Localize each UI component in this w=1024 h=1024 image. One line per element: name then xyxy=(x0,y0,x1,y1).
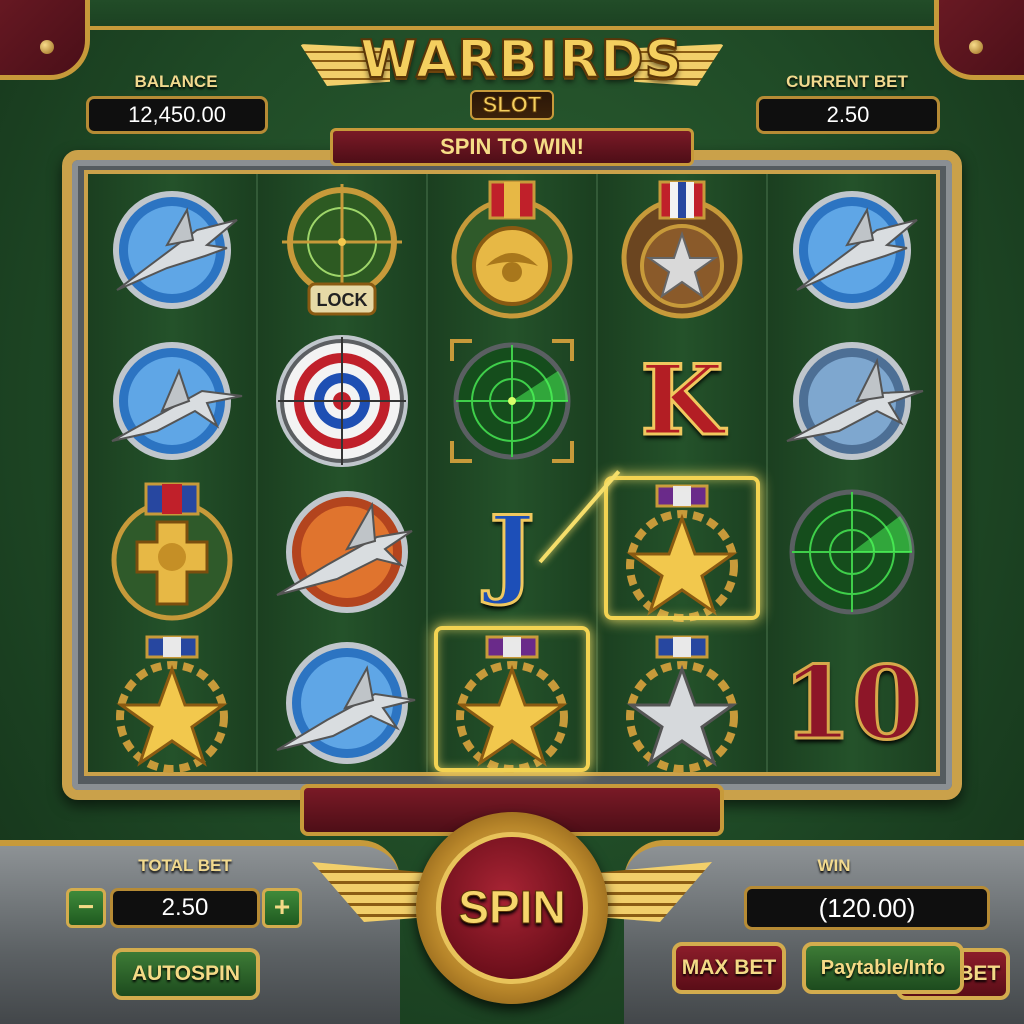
win-highlight xyxy=(434,626,590,772)
win-highlight xyxy=(604,476,760,620)
reel-5: 10 xyxy=(768,174,936,772)
spin-to-win-banner: SPIN TO WIN! xyxy=(330,128,694,166)
symbol-jet xyxy=(88,174,256,325)
autospin-button[interactable]: AUTOSPIN xyxy=(112,948,260,1000)
bet-decrease-button[interactable]: − xyxy=(66,888,106,928)
win-label: WIN xyxy=(817,856,851,875)
spin-control: SPIN xyxy=(312,812,712,1024)
corner-plate-left xyxy=(0,0,90,80)
logo-subtitle: SLOT xyxy=(470,90,554,120)
symbol-radar-scope xyxy=(768,476,936,627)
spin-button[interactable]: SPIN xyxy=(436,832,588,984)
bet-increase-button[interactable]: + xyxy=(262,888,302,928)
current-bet-value: 2.50 xyxy=(756,96,940,134)
total-bet-value: 2.50 xyxy=(110,888,260,928)
current-bet-label: CURRENT BET xyxy=(786,72,908,91)
balance-label: BALANCE xyxy=(134,72,218,91)
symbol-target-lock: LOCK xyxy=(258,174,426,325)
win-value: (120.00) xyxy=(744,886,990,930)
symbol-k: K xyxy=(639,343,725,459)
corner-plate-right xyxy=(934,0,1024,80)
symbol-silver-star-medal xyxy=(598,627,766,778)
symbol-roundel-target xyxy=(258,325,426,476)
symbol-gold-medal-eagle xyxy=(428,174,596,325)
reel-1 xyxy=(88,174,258,773)
symbol-radar-scope xyxy=(428,325,596,476)
symbol-bronze-star-medal xyxy=(598,174,766,325)
reel-2: LOCK xyxy=(258,174,428,772)
symbol-j: J xyxy=(488,494,536,610)
symbol-cross-medal xyxy=(88,476,256,627)
balance-value: 12,450.00 xyxy=(86,96,268,134)
symbol-jet xyxy=(768,325,936,476)
lock-label: LOCK xyxy=(317,290,368,310)
logo-title: WARBIRDS xyxy=(359,29,683,91)
symbol-jet xyxy=(88,325,256,476)
total-bet-label: TOTAL BET xyxy=(138,856,232,875)
symbol-jet xyxy=(768,174,936,325)
symbol-jet xyxy=(258,627,426,778)
symbol-gold-star-medal xyxy=(88,627,256,778)
symbol-jet-orange xyxy=(258,476,426,627)
top-frame xyxy=(70,0,954,30)
rivet xyxy=(40,40,54,54)
paytable-info-button[interactable]: Paytable/Info xyxy=(802,942,964,994)
symbol-ten: 10 xyxy=(781,642,923,763)
rivet xyxy=(969,40,983,54)
reel-4: K xyxy=(598,174,768,773)
game-logo: WARBIRDS SLOT xyxy=(300,28,724,120)
